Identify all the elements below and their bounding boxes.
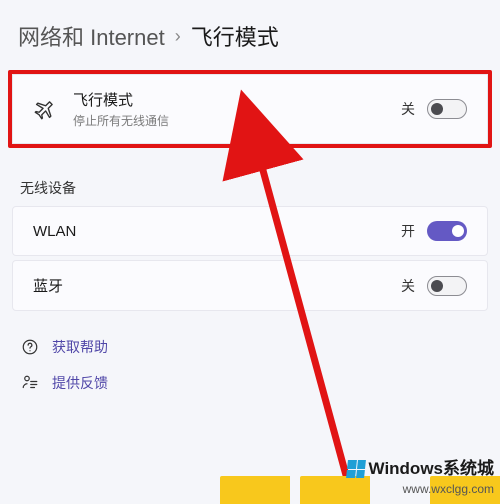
get-help-link[interactable]: 获取帮助 xyxy=(20,337,480,357)
airplane-mode-state: 关 xyxy=(401,99,415,119)
get-help-label: 获取帮助 xyxy=(52,337,108,357)
feedback-icon xyxy=(20,374,40,392)
wlan-row[interactable]: WLAN 开 xyxy=(12,206,488,256)
give-feedback-link[interactable]: 提供反馈 xyxy=(20,373,480,393)
wlan-label: WLAN xyxy=(33,223,401,240)
airplane-mode-title: 飞行模式 xyxy=(73,89,401,110)
give-feedback-label: 提供反馈 xyxy=(52,373,108,393)
wlan-state: 开 xyxy=(401,221,415,241)
wlan-toggle[interactable] xyxy=(427,221,467,241)
watermark-title: Windows系统城 xyxy=(369,457,494,481)
annotation-highlight: 飞行模式 停止所有无线通信 关 xyxy=(8,70,492,148)
breadcrumb-separator: › xyxy=(175,26,181,47)
airplane-mode-row[interactable]: 飞行模式 停止所有无线通信 关 xyxy=(12,74,488,144)
airplane-icon xyxy=(33,98,57,120)
breadcrumb-current: 飞行模式 xyxy=(191,20,279,52)
wireless-devices-header: 无线设备 xyxy=(0,168,500,206)
bluetooth-toggle[interactable] xyxy=(427,276,467,296)
bluetooth-state: 关 xyxy=(401,276,415,296)
breadcrumb-parent[interactable]: 网络和 Internet xyxy=(18,20,165,52)
wireless-devices-group: WLAN 开 蓝牙 关 xyxy=(12,206,488,311)
airplane-mode-toggle[interactable] xyxy=(427,99,467,119)
bluetooth-row[interactable]: 蓝牙 关 xyxy=(12,260,488,311)
windows-logo-icon xyxy=(346,460,366,478)
watermark-url: www.wxclgg.com xyxy=(347,481,494,498)
watermark: Windows系统城 www.wxclgg.com xyxy=(347,457,494,498)
help-icon xyxy=(20,338,40,356)
help-links: 获取帮助 提供反馈 xyxy=(0,311,500,419)
airplane-mode-subtitle: 停止所有无线通信 xyxy=(73,112,401,129)
breadcrumb: 网络和 Internet › 飞行模式 xyxy=(0,0,500,70)
bluetooth-label: 蓝牙 xyxy=(33,275,401,296)
